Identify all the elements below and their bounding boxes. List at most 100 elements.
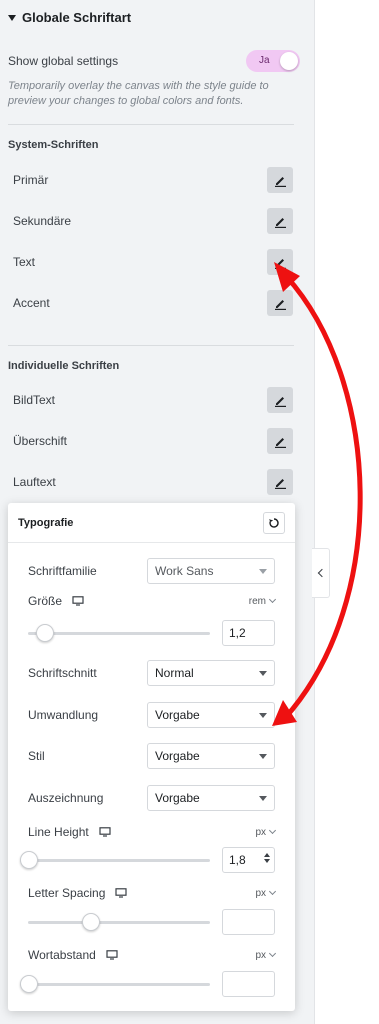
edit-button[interactable] bbox=[267, 167, 293, 193]
dropdown-arrow-icon bbox=[259, 568, 267, 574]
word-spacing-slider-track[interactable] bbox=[20, 983, 210, 986]
letter-spacing-unit: px bbox=[255, 887, 266, 899]
size-value: 1,2 bbox=[229, 626, 246, 640]
size-slider-track[interactable] bbox=[28, 632, 210, 635]
line-height-label-wrap: Line Height bbox=[28, 825, 111, 839]
pencil-icon bbox=[274, 478, 286, 489]
reset-icon bbox=[269, 518, 279, 528]
pencil-icon bbox=[274, 176, 286, 187]
weight-value: Normal bbox=[155, 666, 194, 680]
word-spacing-label: Wortabstand bbox=[28, 948, 96, 962]
transform-label: Umwandlung bbox=[28, 708, 99, 722]
word-spacing-slider-handle[interactable] bbox=[20, 975, 38, 993]
line-height-slider-handle[interactable] bbox=[20, 851, 38, 869]
font-item-label: Lauftext bbox=[13, 475, 56, 489]
edit-button[interactable] bbox=[267, 428, 293, 454]
toggle-knob bbox=[280, 52, 298, 70]
desktop-icon[interactable] bbox=[115, 888, 127, 898]
font-item-label: Primär bbox=[13, 173, 49, 187]
letter-spacing-slider-track[interactable] bbox=[28, 921, 210, 924]
letter-spacing-slider-row bbox=[28, 909, 275, 935]
decoration-row: Auszeichnung Vorgabe bbox=[28, 785, 275, 811]
letter-spacing-input[interactable] bbox=[222, 909, 275, 935]
desktop-icon[interactable] bbox=[106, 950, 118, 960]
transform-select[interactable]: Vorgabe bbox=[147, 702, 275, 728]
decoration-select[interactable]: Vorgabe bbox=[147, 785, 275, 811]
size-input[interactable]: 1,2 bbox=[222, 620, 275, 646]
line-height-value: 1,8 bbox=[229, 853, 246, 867]
system-fonts-title: System-Schriften bbox=[8, 139, 99, 151]
pencil-icon bbox=[274, 437, 286, 448]
letter-spacing-label: Letter Spacing bbox=[28, 886, 106, 900]
word-spacing-header-row: Wortabstand px bbox=[28, 946, 277, 964]
word-spacing-unit-select[interactable]: px bbox=[255, 949, 277, 961]
chevron-down-icon bbox=[268, 887, 277, 896]
edit-button[interactable] bbox=[267, 469, 293, 495]
size-unit-select[interactable]: rem bbox=[248, 595, 277, 607]
transform-row: Umwandlung Vorgabe bbox=[28, 702, 275, 728]
divider bbox=[8, 345, 294, 346]
edit-button[interactable] bbox=[267, 387, 293, 413]
dropdown-arrow-icon bbox=[259, 795, 267, 801]
size-label: Größe bbox=[28, 594, 63, 608]
word-spacing-input[interactable] bbox=[222, 971, 275, 997]
weight-row: Schriftschnitt Normal bbox=[28, 660, 275, 686]
letter-spacing-slider-handle[interactable] bbox=[82, 913, 100, 931]
font-item-lauftext: Lauftext bbox=[13, 468, 293, 496]
section-title: Globale Schriftart bbox=[22, 10, 132, 25]
letter-spacing-header-row: Letter Spacing px bbox=[28, 884, 277, 902]
caret-down-icon bbox=[8, 14, 16, 21]
canvas-area bbox=[316, 0, 379, 1024]
font-item-ueberschift: Überschift bbox=[13, 427, 293, 455]
chevron-down-icon bbox=[268, 595, 277, 604]
line-height-input[interactable]: 1,8 bbox=[222, 847, 275, 873]
size-header-row: Größe rem bbox=[28, 592, 277, 610]
toggle-label: Ja bbox=[259, 55, 270, 66]
edit-button[interactable] bbox=[267, 208, 293, 234]
section-header[interactable]: Globale Schriftart bbox=[8, 10, 131, 25]
word-spacing-slider-row bbox=[20, 971, 275, 997]
font-item-text: Text bbox=[13, 248, 293, 276]
desktop-icon[interactable] bbox=[99, 827, 111, 837]
font-item-label: Accent bbox=[13, 296, 50, 310]
edit-button[interactable] bbox=[267, 290, 293, 316]
popover-title: Typografie bbox=[18, 517, 74, 529]
popover-header: Typografie bbox=[8, 503, 295, 543]
pencil-icon bbox=[274, 396, 286, 407]
style-select[interactable]: Vorgabe bbox=[147, 743, 275, 769]
font-item-secondary: Sekundäre bbox=[13, 207, 293, 235]
collapse-panel-button[interactable] bbox=[312, 548, 330, 598]
stepper-icon[interactable] bbox=[264, 853, 270, 863]
global-settings-toggle[interactable]: Ja bbox=[246, 50, 300, 72]
global-settings-label: Show global settings bbox=[8, 54, 119, 68]
letter-spacing-unit-select[interactable]: px bbox=[255, 887, 277, 899]
font-family-select[interactable]: Work Sans bbox=[147, 558, 275, 584]
line-height-slider-track[interactable] bbox=[20, 859, 210, 862]
style-value: Vorgabe bbox=[155, 749, 200, 763]
font-item-label: BildText bbox=[13, 393, 56, 407]
line-height-label: Line Height bbox=[28, 825, 89, 839]
dropdown-arrow-icon bbox=[259, 670, 267, 676]
letter-spacing-label-wrap: Letter Spacing bbox=[28, 886, 127, 900]
transform-value: Vorgabe bbox=[155, 708, 200, 722]
typography-popover: Typografie Schriftfamilie Work Sans Größ… bbox=[8, 503, 295, 1011]
line-height-unit-select[interactable]: px bbox=[255, 826, 277, 838]
reset-button[interactable] bbox=[263, 512, 285, 534]
size-slider-row: 1,2 bbox=[28, 620, 275, 646]
global-settings-description: Temporarily overlay the canvas with the … bbox=[8, 80, 269, 107]
custom-fonts-title: Individuelle Schriften bbox=[8, 360, 120, 372]
decoration-label: Auszeichnung bbox=[28, 791, 104, 805]
word-spacing-unit: px bbox=[255, 949, 266, 961]
edit-button[interactable] bbox=[267, 249, 293, 275]
font-item-bildtext: BildText bbox=[13, 386, 293, 414]
divider bbox=[8, 124, 294, 125]
weight-select[interactable]: Normal bbox=[147, 660, 275, 686]
chevron-down-icon bbox=[268, 826, 277, 835]
font-family-label: Schriftfamilie bbox=[28, 564, 97, 578]
word-spacing-label-wrap: Wortabstand bbox=[28, 948, 118, 962]
size-slider-handle[interactable] bbox=[36, 624, 54, 642]
size-unit: rem bbox=[248, 595, 266, 607]
style-row: Stil Vorgabe bbox=[28, 743, 275, 769]
weight-label: Schriftschnitt bbox=[28, 666, 97, 680]
desktop-icon[interactable] bbox=[72, 596, 84, 606]
